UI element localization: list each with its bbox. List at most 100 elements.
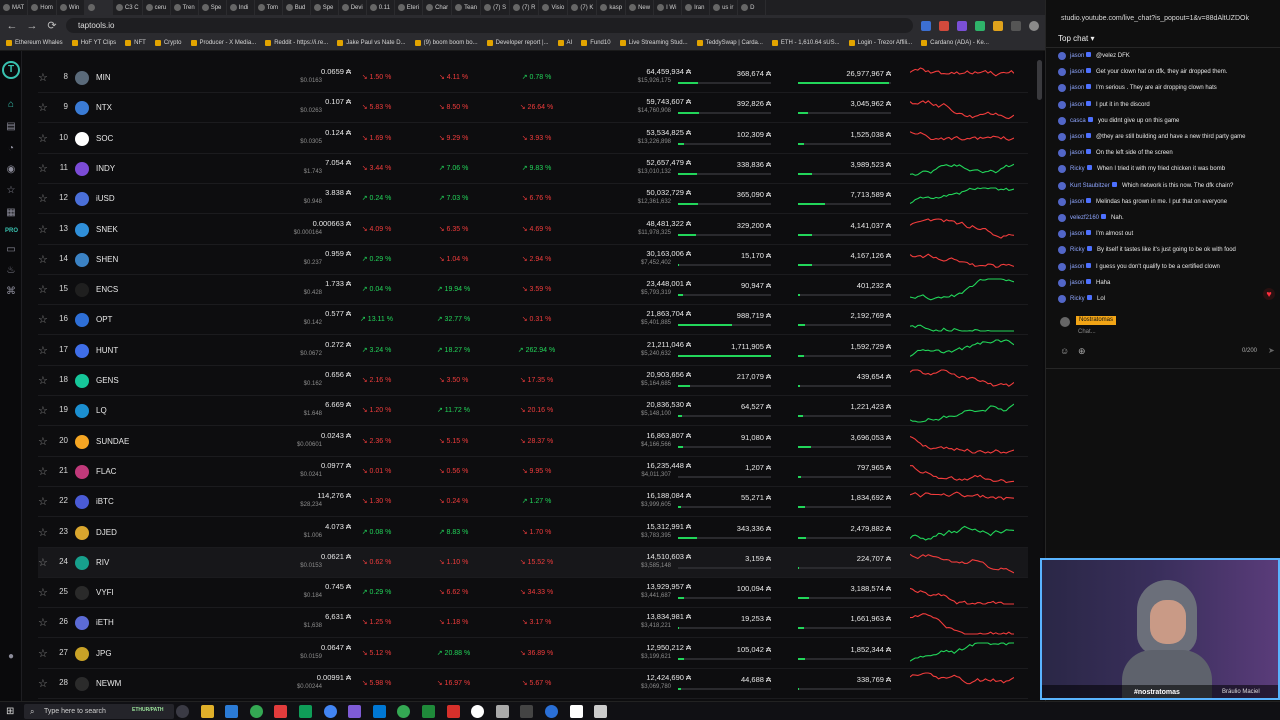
token-name[interactable]: iBTC: [96, 497, 114, 506]
browser-tab[interactable]: New: [626, 0, 655, 15]
watchlist-star-icon[interactable]: ☆: [38, 556, 48, 569]
token-name[interactable]: iUSD: [96, 194, 115, 203]
forward-icon[interactable]: →: [26, 20, 38, 32]
watchlist-star-icon[interactable]: ☆: [38, 283, 48, 296]
taskbar-app-icon[interactable]: [569, 705, 583, 718]
chat-author[interactable]: jason: [1070, 66, 1092, 78]
pro-badge[interactable]: PRO: [5, 225, 18, 237]
wallet-icon[interactable]: ▭: [5, 244, 17, 256]
chat-header[interactable]: Top chat ▾: [1046, 30, 1280, 48]
browser-tab[interactable]: Visio: [539, 0, 569, 15]
table-row[interactable]: ☆ 23 DJED 4.073 ₳ $1.006 ↗ 0.08 % ↗ 8.83 % ↘ 1.…: [38, 518, 1028, 548]
token-name[interactable]: DJED: [96, 528, 117, 537]
watchlist-star-icon[interactable]: ☆: [38, 404, 48, 417]
bookmark-item[interactable]: Developer report |...: [486, 40, 549, 46]
watchlist-star-icon[interactable]: ☆: [38, 162, 48, 175]
watchlist-star-icon[interactable]: ☆: [38, 71, 48, 84]
taskbar-app-icon[interactable]: [397, 705, 411, 718]
watchlist-star-icon[interactable]: ☆: [38, 223, 48, 236]
table-row[interactable]: ☆ 9 NTX 0.107 ₳ $0.0263 ↘ 5.83 % ↘ 8.50 % ↘ 26.…: [38, 93, 1028, 124]
watchlist-star-icon[interactable]: ☆: [38, 495, 48, 508]
browser-tab[interactable]: Tom: [255, 0, 283, 15]
browser-tab[interactable]: Eteri: [395, 0, 424, 15]
taskbar-app-icon[interactable]: [446, 705, 460, 718]
browser-tab[interactable]: I Wi: [654, 0, 683, 15]
taskbar-app-icon[interactable]: [323, 705, 337, 718]
taskbar-app-icon[interactable]: [200, 705, 214, 718]
table-row[interactable]: ☆ 8 MIN 0.0659 ₳ $0.0163 ↘ 1.50 % ↘ 4.11 % ↗ 0.…: [38, 63, 1028, 93]
browser-tab[interactable]: Devi: [339, 0, 367, 15]
browser-tab[interactable]: Tean: [452, 0, 482, 15]
browser-tab[interactable]: Spe: [311, 0, 339, 15]
taskbar-app-icon[interactable]: [422, 705, 435, 718]
table-row[interactable]: ☆ 13 SNEK 0.000663 ₳ $0.000164 ↘ 4.09 % ↘ 6.35…: [38, 215, 1028, 245]
bookmark-item[interactable]: Crypto: [154, 40, 182, 46]
reload-icon[interactable]: ⟳: [46, 20, 58, 32]
browser-tab[interactable]: Char: [423, 0, 453, 15]
token-name[interactable]: SHEN: [96, 255, 118, 264]
taskbar-app-icon[interactable]: [274, 705, 288, 718]
flame-icon[interactable]: ♨: [5, 265, 17, 277]
table-row[interactable]: ☆ 26 iETH 6,631 ₳ $1,638 ↘ 1.25 % ↘ 1.18 % ↘ 3.…: [38, 608, 1028, 639]
taskbar-app-label[interactable]: ETHUR/PATH: [132, 707, 163, 713]
send-icon[interactable]: ➤: [1268, 346, 1275, 355]
chat-author[interactable]: Ricky: [1070, 293, 1092, 305]
table-row[interactable]: ☆ 28 NEWM 0.00991 ₳ $0.00244 ↘ 5.98 % ↘ 16.97 …: [38, 669, 1028, 699]
browser-tab[interactable]: MAT: [0, 0, 29, 15]
table-row[interactable]: ☆ 24 RIV 0.0621 ₳ $0.0153 ↘ 0.62 % ↘ 1.10 % ↘ 1…: [38, 547, 1028, 578]
watchlist-star-icon[interactable]: ☆: [38, 374, 48, 387]
bookmark-item[interactable]: Ethereum Whales: [6, 40, 63, 46]
extension-icon[interactable]: [993, 20, 1003, 31]
watchlist-star-icon[interactable]: ☆: [38, 586, 48, 599]
home-icon[interactable]: ⌂: [5, 99, 17, 111]
token-name[interactable]: LQ: [96, 406, 107, 415]
taskbar-app-icon[interactable]: [495, 705, 509, 718]
token-name[interactable]: SUNDAE: [96, 437, 129, 446]
bookmark-item[interactable]: Fund10: [581, 40, 611, 46]
token-name[interactable]: GENS: [96, 376, 119, 385]
token-name[interactable]: MIN: [96, 73, 111, 82]
table-row[interactable]: ☆ 18 GENS 0.656 ₳ $0.162 ↘ 2.16 % ↘ 3.50 % ↘ 17…: [38, 366, 1028, 396]
chat-author[interactable]: jason: [1070, 228, 1092, 240]
chat-author[interactable]: jason: [1070, 196, 1092, 208]
chat-author[interactable]: jason: [1070, 50, 1092, 62]
table-row[interactable]: ☆ 15 ENCS 1.733 ₳ $0.428 ↗ 0.04 % ↗ 19.94 % ↘ 3…: [38, 275, 1028, 306]
bookmark-item[interactable]: NFT: [125, 40, 146, 46]
token-name[interactable]: iETH: [96, 618, 114, 627]
table-row[interactable]: ☆ 25 VYFI 0.745 ₳ $0.184 ↗ 0.29 % ↘ 6.62 % ↘ 34…: [38, 578, 1028, 609]
browser-tab[interactable]: Bud: [283, 0, 311, 15]
browser-tab[interactable]: ceru: [143, 0, 171, 15]
table-row[interactable]: ☆ 20 SUNDAE 0.0243 ₳ $0.00601 ↘ 2.36 % ↘ 5.15 …: [38, 427, 1028, 457]
watchlist-star-icon[interactable]: ☆: [38, 344, 48, 357]
chat-author[interactable]: Ricky: [1070, 163, 1092, 175]
chat-input[interactable]: Chat...: [1078, 329, 1096, 335]
chat-author[interactable]: jason: [1070, 82, 1092, 94]
browser-tab[interactable]: us ir: [710, 0, 739, 15]
taskbar-app-icon[interactable]: [348, 705, 362, 718]
account-icon[interactable]: ●: [5, 651, 17, 663]
bookmark-item[interactable]: ETH - 1,610.64 sUS...: [771, 40, 840, 46]
watchlist-star-icon[interactable]: ☆: [38, 465, 48, 478]
extension-icon[interactable]: [939, 20, 949, 31]
token-name[interactable]: INDY: [96, 164, 115, 173]
taskbar-app-icon[interactable]: [225, 705, 239, 718]
extension-icon[interactable]: [975, 20, 985, 31]
browser-tab[interactable]: 0.11: [367, 0, 395, 15]
watchlist-star-icon[interactable]: ☆: [38, 647, 48, 660]
browser-tab[interactable]: kasp: [597, 0, 627, 15]
watchlist-star-icon[interactable]: ☆: [38, 132, 48, 145]
browser-tab[interactable]: (7) S: [481, 0, 511, 15]
bookmark-item[interactable]: Live Streaming Stud...: [619, 40, 688, 46]
extension-icon[interactable]: [957, 20, 967, 31]
token-name[interactable]: RIV: [96, 558, 109, 567]
browser-tab[interactable]: C3 C: [113, 0, 143, 15]
taskbar-app-icon[interactable]: [545, 705, 558, 718]
token-name[interactable]: NTX: [96, 103, 112, 112]
token-name[interactable]: OPT: [96, 315, 112, 324]
bookmark-item[interactable]: Reddit - https://i.re...: [265, 40, 328, 46]
taskbar-app-icon[interactable]: [471, 705, 485, 718]
watchlist-star-icon[interactable]: ☆: [38, 435, 48, 448]
browser-tab[interactable]: Spe: [199, 0, 227, 15]
token-name[interactable]: FLAC: [96, 467, 116, 476]
chat-author[interactable]: velezf2160: [1070, 212, 1107, 224]
